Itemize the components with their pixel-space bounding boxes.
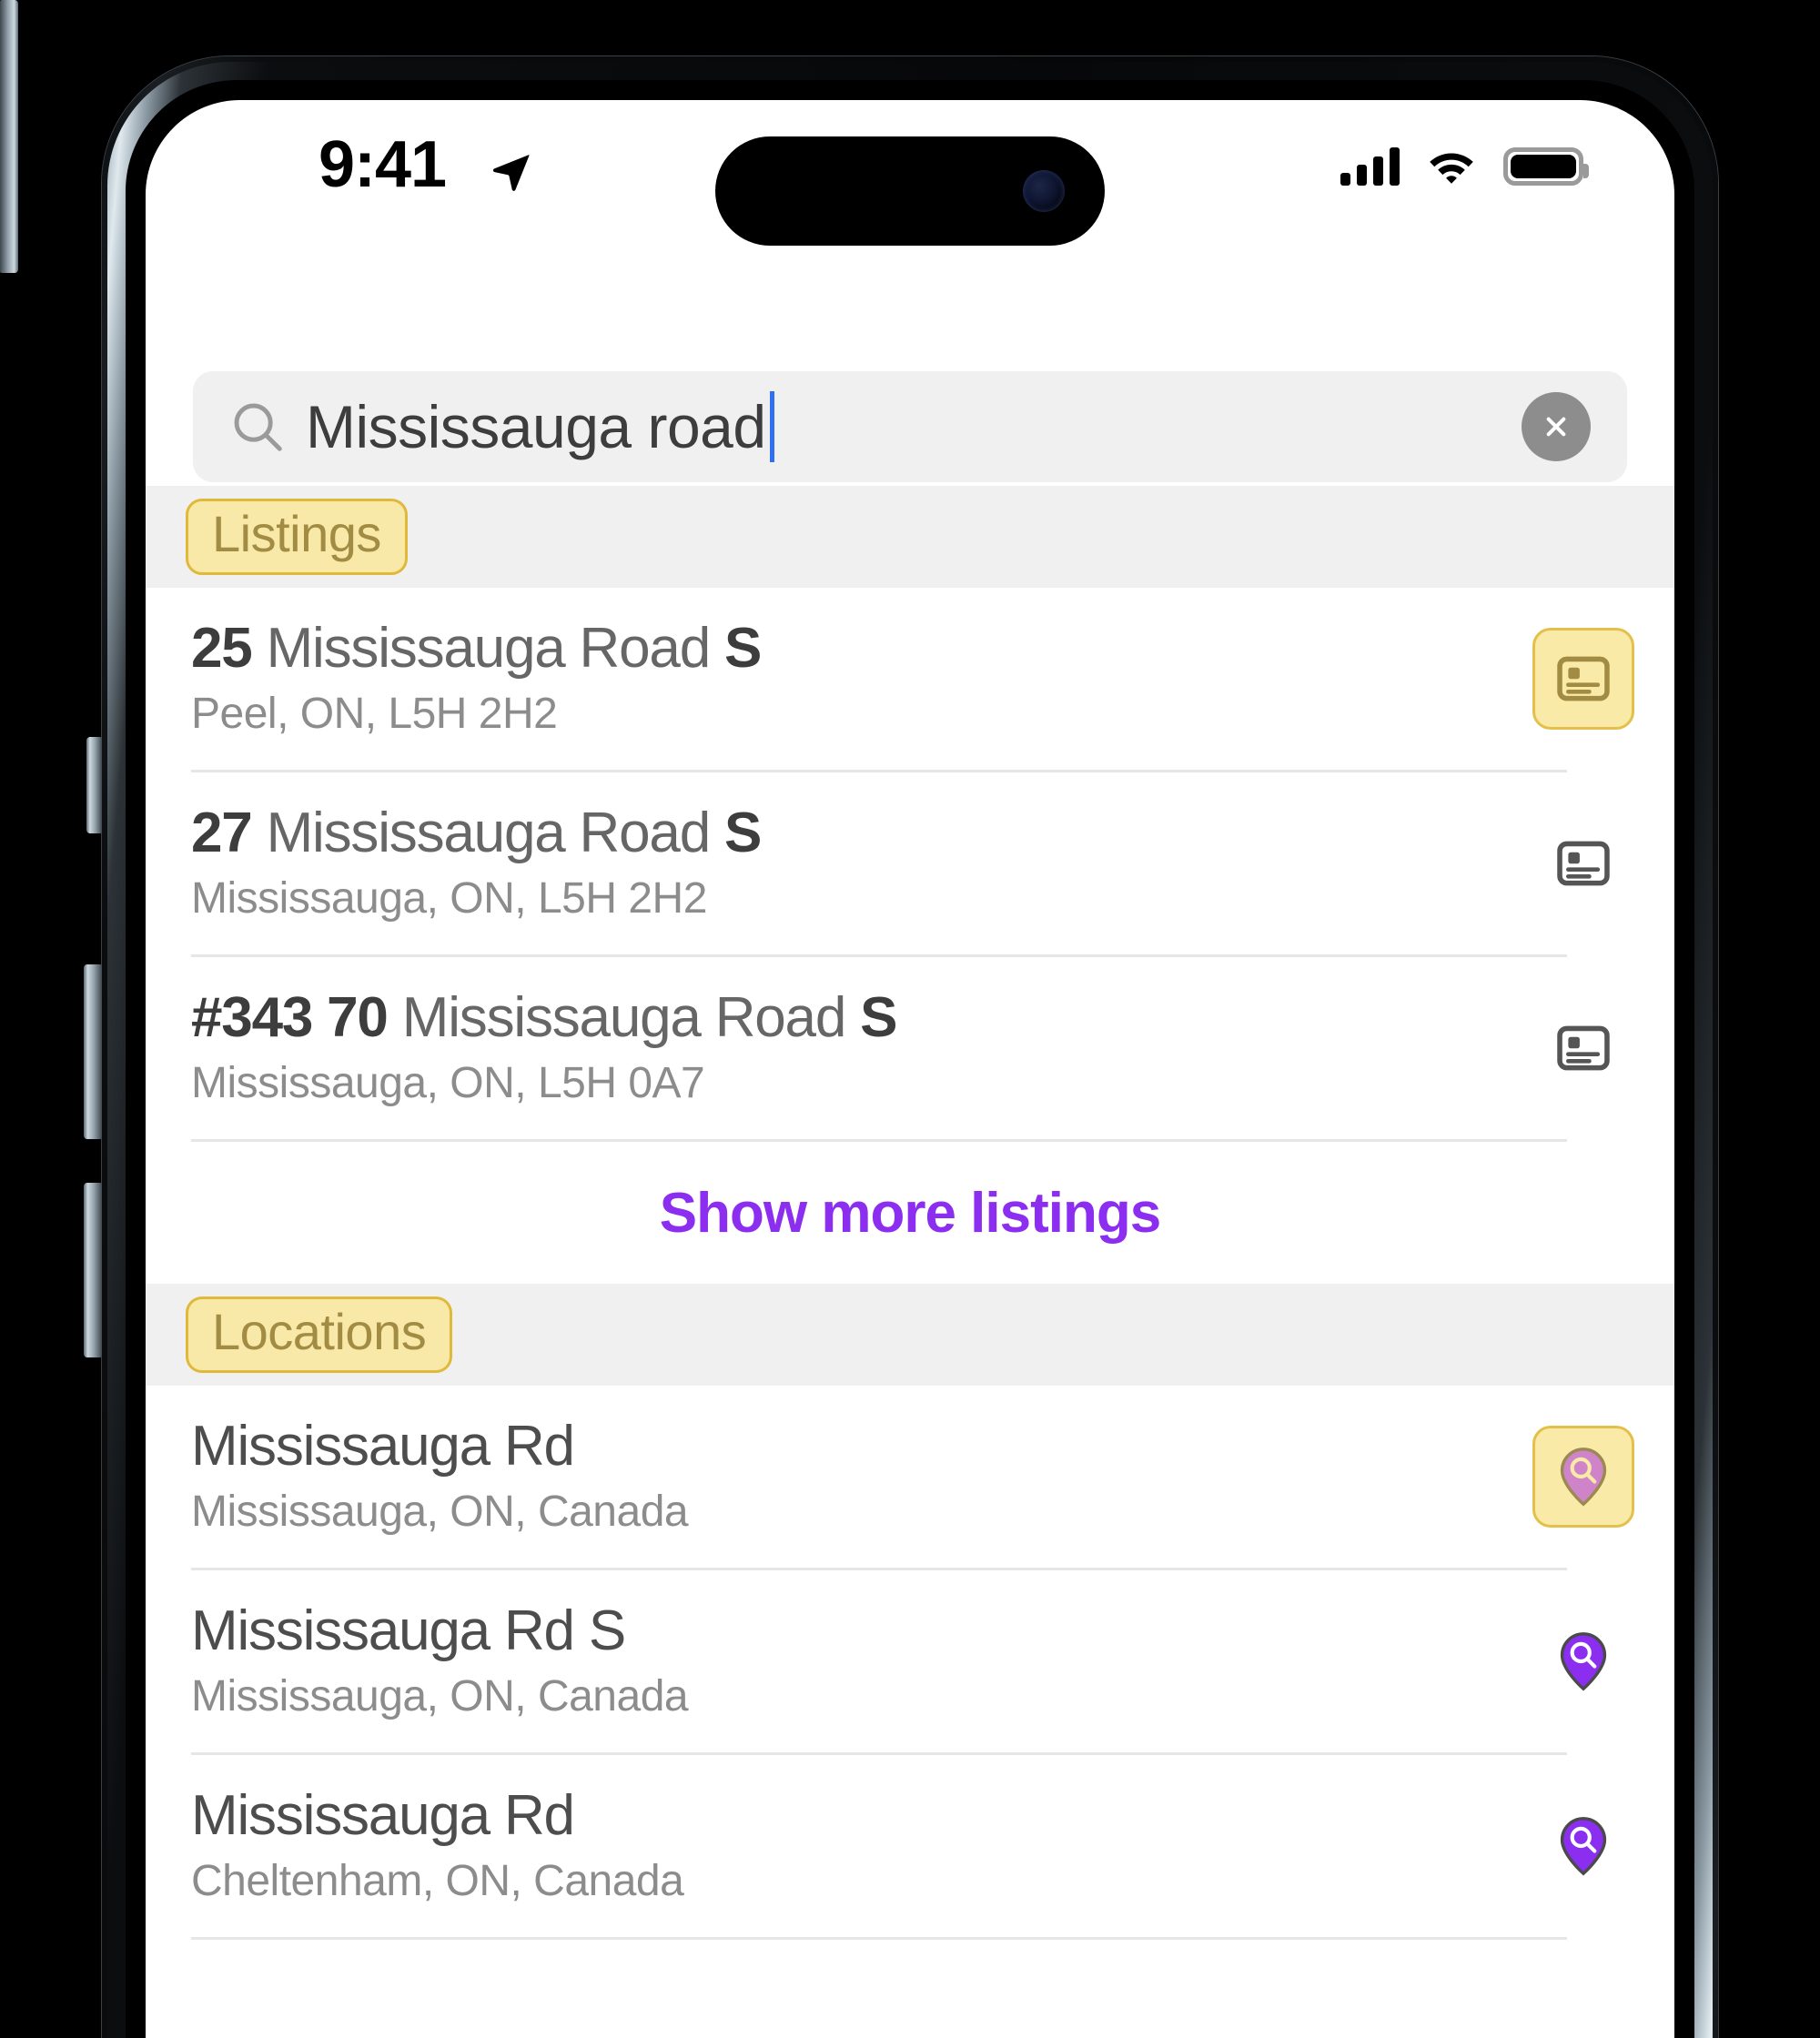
front-camera-icon (1023, 170, 1065, 212)
battery-fill (1511, 155, 1576, 178)
listing-subtitle: Peel, ON, L5H 2H2 (191, 690, 558, 739)
location-row[interactable]: Mississauga Rd S Mississauga, ON, Canada (146, 1570, 1674, 1752)
close-icon (1546, 417, 1566, 437)
listing-subtitle: Mississauga, ON, L5H 0A7 (191, 1059, 705, 1108)
listing-card-icon-wrap[interactable] (1532, 812, 1634, 914)
listing-direction: S (724, 616, 762, 680)
listing-number: 25 (191, 616, 253, 680)
listing-direction: S (860, 985, 897, 1049)
location-text: Mississauga Rd Mississauga, ON, Canada (191, 1417, 1532, 1537)
row-divider (191, 1937, 1567, 1940)
show-more-listings-button[interactable]: Show more listings (146, 1142, 1674, 1284)
volume-up-button[interactable] (84, 964, 102, 1139)
map-pin-search-icon (1560, 1632, 1607, 1691)
map-pin-search-icon-wrap[interactable] (1532, 1610, 1634, 1712)
listing-card-icon (1557, 841, 1610, 886)
search-input[interactable]: Mississauga road (306, 391, 1522, 462)
listing-street: Mississauga Road (251, 801, 724, 864)
battery-full-icon (1503, 147, 1589, 186)
listing-card-icon-wrap[interactable] (1532, 997, 1634, 1099)
listing-row[interactable]: #343 70 Mississauga Road S Mississauga, … (146, 957, 1674, 1139)
status-time: 9:41 (318, 128, 447, 201)
wifi-icon (1430, 153, 1473, 184)
volume-down-button[interactable] (84, 1183, 102, 1357)
search-input-value: Mississauga road (306, 393, 766, 460)
map-pin-search-icon (1560, 1817, 1607, 1876)
section-chip-locations: Locations (186, 1296, 453, 1373)
listing-number: 27 (191, 801, 253, 864)
location-title: Mississauga Rd S (191, 1599, 626, 1662)
listing-street: Mississauga Road (387, 985, 861, 1049)
show-more-listings-label: Show more listings (659, 1181, 1161, 1245)
listing-text: 25 Mississauga Road S Peel, ON, L5H 2H2 (191, 619, 1532, 739)
dynamic-island (715, 136, 1105, 246)
map-pin-search-icon (1560, 1448, 1607, 1507)
location-subtitle: Mississauga, ON, Canada (191, 1672, 689, 1721)
text-cursor (769, 391, 774, 462)
listing-text: #343 70 Mississauga Road S Mississauga, … (191, 988, 1532, 1108)
location-row[interactable]: Mississauga Rd Cheltenham, ON, Canada (146, 1755, 1674, 1937)
clear-search-button[interactable] (1522, 392, 1591, 461)
phone-screen: 9:41 Mississauga road Listings 25 Missis… (146, 100, 1674, 2038)
section-chip-listings: Listings (186, 499, 408, 575)
location-arrow-icon (492, 155, 530, 191)
listing-card-icon (1557, 656, 1610, 701)
map-pin-search-icon-highlighted[interactable] (1532, 1426, 1634, 1528)
listing-direction: S (724, 801, 762, 864)
location-text: Mississauga Rd Cheltenham, ON, Canada (191, 1786, 1532, 1906)
location-title: Mississauga Rd (191, 1783, 575, 1847)
location-row[interactable]: Mississauga Rd Mississauga, ON, Canada (146, 1386, 1674, 1568)
listing-title: 27 Mississauga Road S (191, 803, 1532, 863)
listing-title: #343 70 Mississauga Road S (191, 988, 1532, 1047)
search-icon (234, 403, 282, 451)
location-subtitle: Cheltenham, ON, Canada (191, 1857, 684, 1906)
listing-text: 27 Mississauga Road S Mississauga, ON, L… (191, 803, 1532, 923)
listing-title: 25 Mississauga Road S (191, 619, 1532, 678)
status-indicators (1340, 147, 1589, 186)
search-bar[interactable]: Mississauga road (193, 371, 1627, 482)
listing-number: #343 70 (191, 985, 389, 1049)
location-title: Mississauga Rd (191, 1414, 575, 1478)
cellular-bars-icon (1340, 147, 1400, 186)
map-pin-search-icon-wrap[interactable] (1532, 1795, 1634, 1897)
location-text: Mississauga Rd S Mississauga, ON, Canada (191, 1601, 1532, 1721)
section-header-listings: Listings (146, 486, 1674, 588)
listing-card-icon-highlighted[interactable] (1532, 628, 1634, 730)
section-header-locations: Locations (146, 1284, 1674, 1386)
listing-subtitle: Mississauga, ON, L5H 2H2 (191, 874, 707, 923)
listing-street: Mississauga Road (251, 616, 724, 680)
location-subtitle: Mississauga, ON, Canada (191, 1488, 689, 1537)
power-button[interactable] (0, 0, 18, 273)
status-bar: 9:41 (146, 100, 1674, 264)
listing-row[interactable]: 25 Mississauga Road S Peel, ON, L5H 2H2 (146, 588, 1674, 770)
listing-card-icon (1557, 1025, 1610, 1071)
listing-row[interactable]: 27 Mississauga Road S Mississauga, ON, L… (146, 772, 1674, 954)
silence-switch[interactable] (86, 737, 102, 833)
